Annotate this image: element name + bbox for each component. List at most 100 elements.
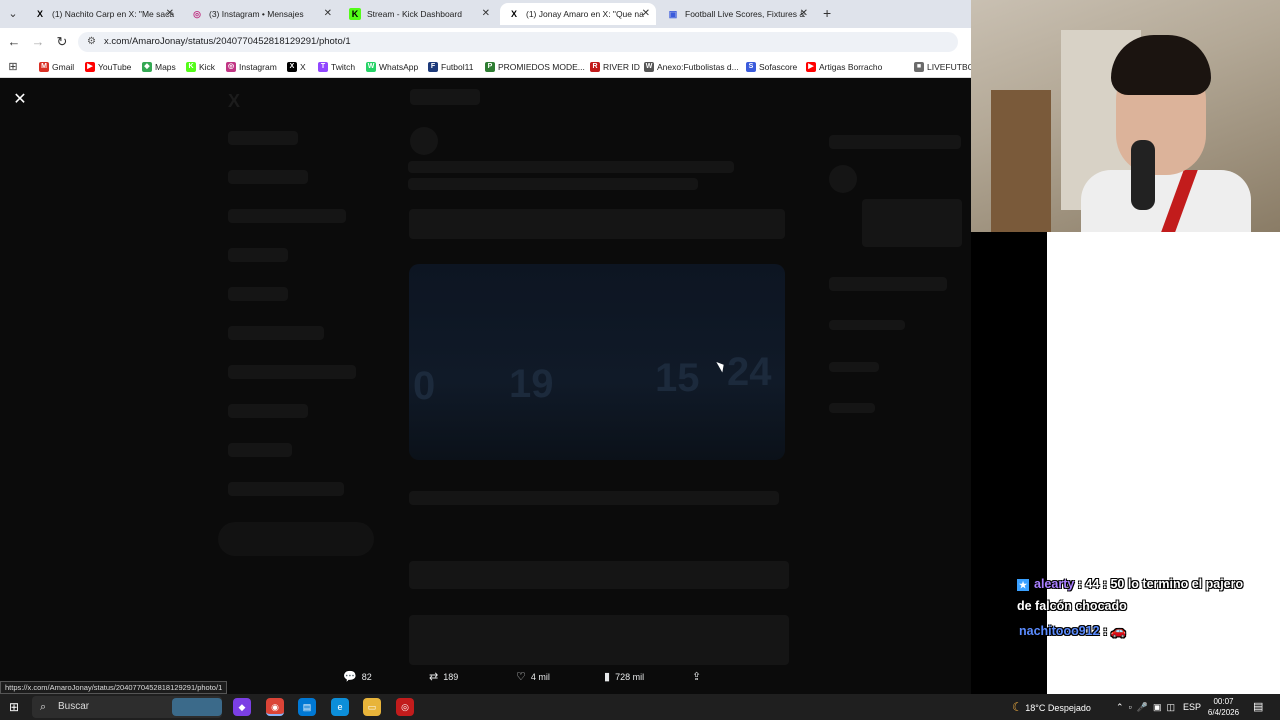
notifications-icon[interactable]: ▤ [1253, 694, 1263, 720]
close-icon[interactable]: ✕ [10, 90, 30, 110]
nav-placeholder [228, 170, 308, 184]
like-button[interactable]: ♡ 4 mil [516, 669, 550, 685]
bookmark-label: Gmail [52, 62, 75, 72]
webcam-overlay [971, 0, 1280, 232]
bookmark-instagram[interactable]: ◎ Instagram [226, 60, 277, 74]
reload-icon[interactable]: ↻ [53, 33, 71, 51]
bookmark-label: RIVER ID [603, 62, 640, 72]
river-icon: R [590, 62, 600, 72]
bookmark-gmail[interactable]: M Gmail [39, 60, 74, 74]
bookmark-sofascore[interactable]: S Sofascore [746, 60, 797, 74]
close-icon[interactable]: ✕ [800, 3, 808, 25]
x-logo-icon: X [228, 91, 241, 111]
chat-text: : 44 : 50 lo termino el pajero [1077, 577, 1244, 591]
close-icon[interactable]: ✕ [642, 3, 650, 25]
instagram-icon: ◎ [226, 62, 236, 72]
tab[interactable]: ▣ Football Live Scores, Fixtures & ✕ [659, 3, 814, 25]
wikipedia-icon: W [644, 62, 654, 72]
bookmark-artigas-borracho[interactable]: ▶ Artigas Borracho [806, 60, 882, 74]
tab-search-chevron-icon[interactable]: ⌄ [4, 5, 22, 23]
tab-title: Football Live Scores, Fixtures & [685, 9, 805, 19]
tab[interactable]: X (1) Nachito Carp en X: "Me saca ✕ [26, 3, 180, 25]
search-highlight-image[interactable] [172, 698, 222, 716]
youtube-icon: ▶ [806, 62, 816, 72]
nav-placeholder [228, 443, 292, 457]
bookmark-anexo-futbolistas-d[interactable]: W Anexo:Futbolistas d... [644, 60, 739, 74]
obs-icon[interactable]: ◎ [396, 698, 414, 716]
tab[interactable]: ◎ (3) Instagram • Mensajes ✕ [183, 3, 338, 25]
bookmark-kick[interactable]: K Kick [186, 60, 215, 74]
close-icon[interactable]: ✕ [166, 3, 174, 25]
youtube-icon: ▶ [85, 62, 95, 72]
nav-placeholder [228, 209, 346, 223]
clock[interactable]: 00:07 6/4/2026 [1196, 696, 1251, 718]
bookmark-twitch[interactable]: T Twitch [318, 60, 355, 74]
bookmark-x[interactable]: XX [287, 60, 306, 74]
app-icon[interactable]: ◆ [233, 698, 251, 716]
weather-widget[interactable]: ☾ 18°C Despejado [1012, 694, 1091, 720]
new-tab-plus-icon[interactable]: + [823, 5, 831, 21]
post-photo[interactable]: 0 19 15 24 [409, 264, 785, 460]
translation-placeholder [409, 209, 785, 239]
nav-placeholder [228, 287, 288, 301]
trend-placeholder [829, 403, 875, 413]
share-icon: ⇪ [692, 671, 702, 683]
chat-emote-car-icon: 🚗 [1110, 624, 1127, 638]
repost-button[interactable]: ⇄ 189 [429, 669, 458, 685]
promiedos-icon: P [485, 62, 495, 72]
windows-start-icon[interactable]: ⊞ [9, 700, 19, 714]
file-explorer-icon[interactable]: ▭ [363, 698, 381, 716]
futbol11-icon: F [428, 62, 438, 72]
reply-box-placeholder [409, 561, 789, 589]
close-icon[interactable]: ✕ [324, 3, 332, 25]
browser-window: ⌄ X (1) Nachito Carp en X: "Me saca ✕ ◎ … [0, 0, 971, 694]
views-button[interactable]: ▮ 728 mil [604, 669, 644, 685]
bookmark-label: PROMIEDOS MODE... [498, 62, 585, 72]
taskbar-search-placeholder: Buscar [58, 701, 90, 712]
tray-icons[interactable]: ⌃ ▫ 🎤 ▣ ◫ [1116, 694, 1175, 720]
chat-badge-icon: ★ [1017, 579, 1029, 591]
bookmark-label: LIVEFUTBOL [927, 62, 971, 72]
nav-placeholder [228, 326, 324, 340]
reply-placeholder [409, 615, 789, 665]
bookmark-label: Artigas Borracho [819, 62, 883, 72]
jersey-number: 19 [509, 362, 554, 406]
bookmark-maps[interactable]: ◆ Maps [142, 60, 176, 74]
jersey-number: 24 [727, 350, 772, 394]
forward-arrow-icon[interactable]: → [29, 33, 47, 51]
webcam-hair [1111, 35, 1211, 95]
url-field[interactable]: ⚙ x.com/AmaroJonay/status/20407704528181… [78, 32, 958, 52]
x-logo-icon: X [36, 9, 43, 19]
edge-icon[interactable]: e [331, 698, 349, 716]
gmail-icon: M [39, 62, 49, 72]
bookmark-promiedos-mode[interactable]: P PROMIEDOS MODE... [485, 60, 585, 74]
tab-active[interactable]: X (1) Jonay Amaro en X: "Que na ✕ [500, 3, 656, 25]
bookmark-youtube[interactable]: ▶ YouTube [85, 60, 131, 74]
site-settings-icon[interactable]: ⚙ [87, 32, 96, 52]
tab[interactable]: K Stream - Kick Dashboard ✕ [341, 3, 496, 25]
apps-grid-icon[interactable]: ⊞ [4, 58, 22, 76]
tab-title: (3) Instagram • Mensajes [209, 9, 304, 19]
sidebar-heading-placeholder [829, 135, 961, 149]
nav-placeholder [228, 365, 356, 379]
url-text: x.com/AmaroJonay/status/2040770452818129… [104, 36, 351, 47]
instagram-icon: ◎ [193, 9, 201, 19]
address-bar: ← → ↻ ⚙ x.com/AmaroJonay/status/20407704… [0, 28, 971, 56]
view-count: 728 mil [615, 672, 645, 682]
chrome-icon[interactable]: ◉ [266, 698, 284, 716]
back-arrow-icon[interactable]: ← [5, 33, 23, 51]
reply-count: 82 [361, 672, 372, 682]
store-icon[interactable]: ▤ [298, 698, 316, 716]
share-button[interactable]: ⇪ [692, 669, 706, 685]
close-icon[interactable]: ✕ [482, 3, 490, 25]
reply-button[interactable]: 💬 82 [343, 669, 372, 685]
nav-placeholder [228, 404, 308, 418]
bookmark-livefutbol[interactable]: ■LIVEFUTBOL [914, 60, 971, 74]
bookmark-whatsapp[interactable]: W WhatsApp [366, 60, 418, 74]
chat-message-continuation: de falcón chocado [1017, 599, 1127, 613]
repost-count: 189 [443, 672, 459, 682]
bookmark-label: Sofascore [759, 62, 798, 72]
bookmark-futbol11[interactable]: F Futbol11 [428, 60, 473, 74]
bookmark-label: WhatsApp [379, 62, 419, 72]
bookmark-river-id[interactable]: R RIVER ID [590, 60, 640, 74]
